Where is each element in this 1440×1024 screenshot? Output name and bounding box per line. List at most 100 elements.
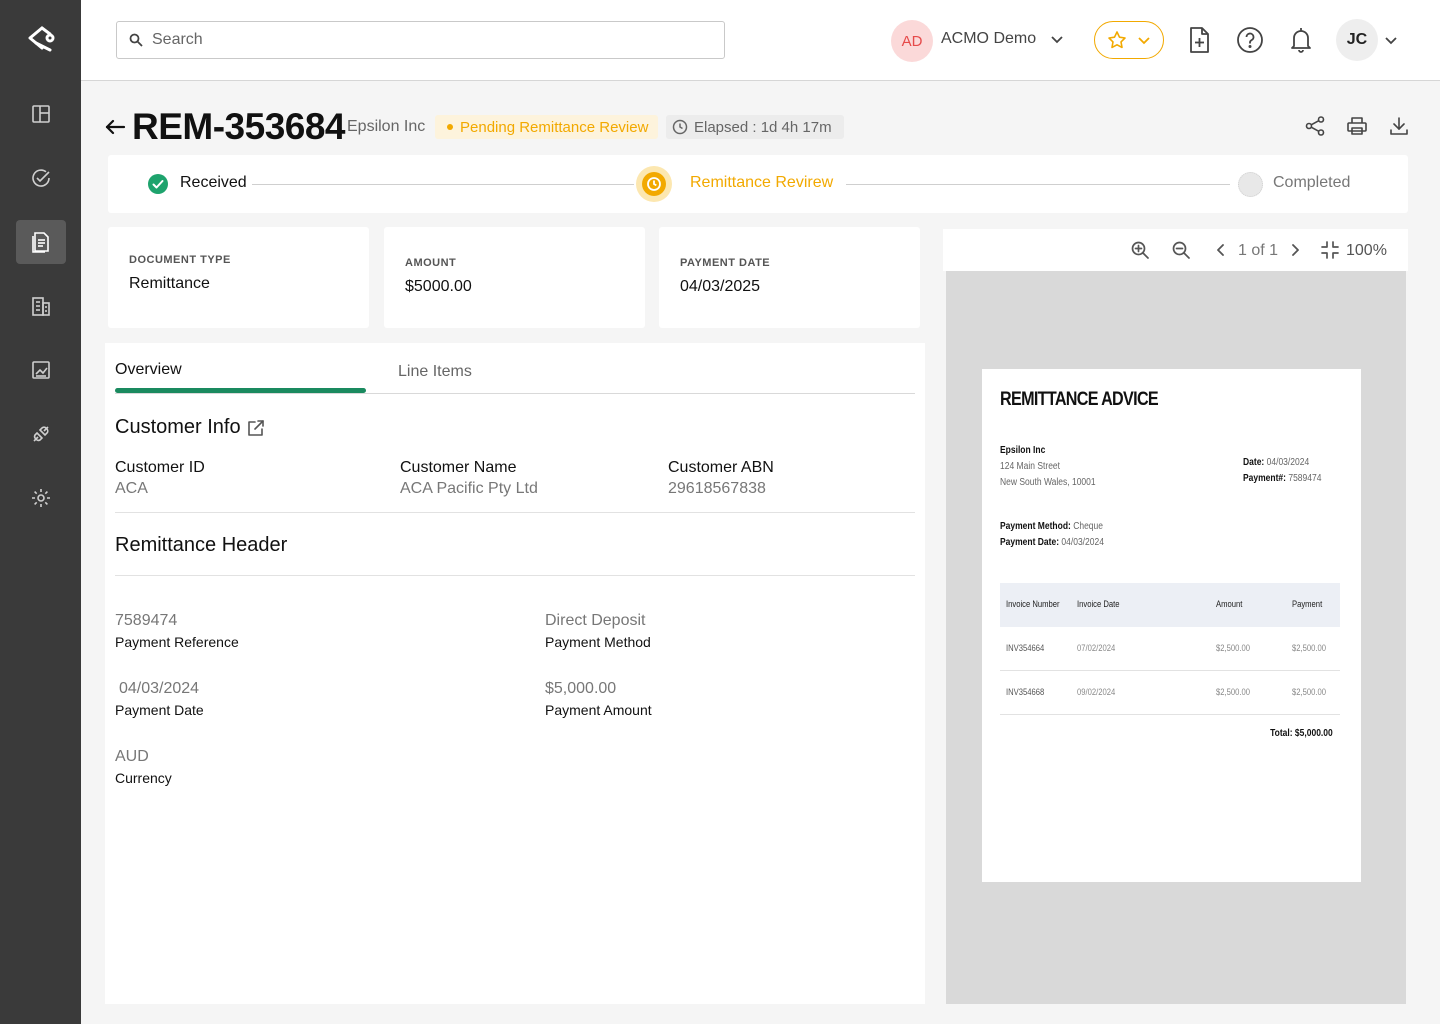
customer-abn-value: 29618567838 [668,480,766,497]
print-icon[interactable] [1346,115,1370,139]
payment-reference-value: 7589474 [115,612,178,629]
top-bar: AD ACMO Demo JC [81,0,1440,81]
customer-id-label: Customer ID [115,459,205,476]
building-icon[interactable] [16,284,66,328]
document-type-card: DOCUMENT TYPE Remittance [108,227,369,328]
section-divider [115,512,915,513]
external-link-icon[interactable] [246,418,266,438]
documents-icon[interactable] [16,220,66,264]
favorites-button[interactable] [1094,21,1164,59]
document-payment-date: Payment Date: 04/03/2024 [1000,537,1104,548]
notifications-bell-icon[interactable] [1285,24,1317,56]
next-page-icon[interactable] [1285,240,1305,260]
payment-date-value: 04/03/2024 [119,680,200,697]
new-document-icon[interactable] [1183,24,1215,56]
table-row: INV354664 07/02/2024 $2,500.00 $2,500.00 [1000,627,1340,671]
payment-method-label: Payment Method [545,634,651,650]
step-label-completed: Completed [1273,174,1351,191]
zoom-out-icon[interactable] [1171,240,1191,260]
document-company: Epsilon Inc [1000,445,1046,456]
table-header-cell: Invoice Date [1077,599,1120,609]
document-viewer-toolbar: 1 of 1 100% [943,229,1408,271]
customer-abn-label: Customer ABN [668,459,774,476]
search-box[interactable] [116,21,725,59]
integrations-plug-icon[interactable] [16,412,66,456]
payment-date-card: PAYMENT DATE 04/03/2025 [659,227,920,328]
org-name[interactable]: ACMO Demo [941,30,1036,48]
details-panel: Overview Line Items Customer Info Custom… [105,343,925,1004]
customer-info-title: Customer Info [115,416,241,438]
card-label: PAYMENT DATE [680,257,771,269]
share-icon[interactable] [1304,115,1328,139]
card-value: 04/03/2025 [680,278,761,295]
table-header-cell: Invoice Number [1006,599,1060,609]
back-arrow-icon[interactable] [104,116,126,138]
zoom-in-icon[interactable] [1130,240,1150,260]
zoom-level[interactable]: 100% [1346,242,1387,260]
payment-amount-label: Payment Amount [545,702,652,718]
company-name: Epsilon Inc [347,118,426,135]
page-indicator: 1 of 1 [1238,242,1279,259]
tab-line-items[interactable]: Line Items [398,363,472,381]
card-value: $5000.00 [405,278,472,295]
step-label-received: Received [180,174,247,191]
customer-name-value: ACA Pacific Pty Ltd [400,480,538,497]
fit-screen-collapse-icon[interactable] [1320,240,1340,260]
table-cell: 07/02/2024 [1077,643,1116,653]
document-address-line: 124 Main Street [1000,461,1061,472]
step-connector [846,184,1230,185]
dashboard-icon[interactable] [16,92,66,136]
step-connector [252,184,634,185]
table-cell: $2,500.00 [1216,643,1251,653]
table-header-cell: Payment [1292,599,1323,609]
step-complete-check-icon [148,174,168,194]
workflow-stepper: Received Remittance Revirew Completed [108,155,1408,213]
clock-icon [647,177,661,191]
clock-icon [672,119,688,135]
document-id-title: REM-353684 [132,106,346,147]
chevron-down-icon [1138,37,1150,45]
document-page: REMITTANCE ADVICE Epsilon Inc 124 Main S… [982,369,1361,882]
app-logo-icon[interactable] [22,22,58,58]
status-text: Pending Remittance Review [460,118,649,136]
search-input[interactable] [152,31,712,49]
currency-label: Currency [115,770,172,786]
document-payment-method: Payment Method: Cheque [1000,521,1103,532]
analytics-icon[interactable] [16,348,66,392]
payment-method-value: Direct Deposit [545,612,646,629]
help-icon[interactable] [1234,24,1266,56]
table-header: Invoice Number Invoice Date Amount Payme… [1000,583,1340,627]
document-payment-number: Payment#: 7589474 [1243,473,1322,484]
amount-card: AMOUNT $5000.00 [384,227,645,328]
active-tab-indicator [115,388,366,393]
download-icon[interactable] [1388,115,1412,139]
document-viewer[interactable]: REMITTANCE ADVICE Epsilon Inc 124 Main S… [946,271,1406,1004]
star-icon [1108,31,1126,49]
status-dot-icon [447,124,453,130]
settings-gear-icon[interactable] [16,476,66,520]
customer-name-label: Customer Name [400,459,517,476]
card-label: DOCUMENT TYPE [129,254,231,266]
document-invoice-table: Invoice Number Invoice Date Amount Payme… [1000,583,1340,715]
table-cell: 09/02/2024 [1077,687,1116,697]
step-pending-indicator [1238,172,1263,197]
elapsed-badge: Elapsed : 1d 4h 17m [666,115,844,139]
payment-reference-label: Payment Reference [115,634,239,650]
search-icon [129,33,143,47]
org-chevron-down-icon[interactable] [1049,31,1065,47]
tasks-check-icon[interactable] [16,156,66,200]
table-cell: INV354668 [1006,687,1045,697]
customer-id-value: ACA [115,480,148,497]
user-chevron-down-icon[interactable] [1383,32,1399,48]
document-title: REMITTANCE ADVICE [1000,389,1159,410]
org-avatar[interactable]: AD [891,20,933,62]
step-current-indicator [636,166,672,202]
elapsed-text: Elapsed : 1d 4h 17m [694,118,832,136]
user-avatar[interactable]: JC [1336,19,1378,61]
tab-overview[interactable]: Overview [115,361,182,379]
document-address-line: New South Wales, 10001 [1000,477,1096,488]
previous-page-icon[interactable] [1211,240,1231,260]
section-divider [115,575,915,576]
status-badge: Pending Remittance Review [435,115,659,139]
card-label: AMOUNT [405,257,457,269]
